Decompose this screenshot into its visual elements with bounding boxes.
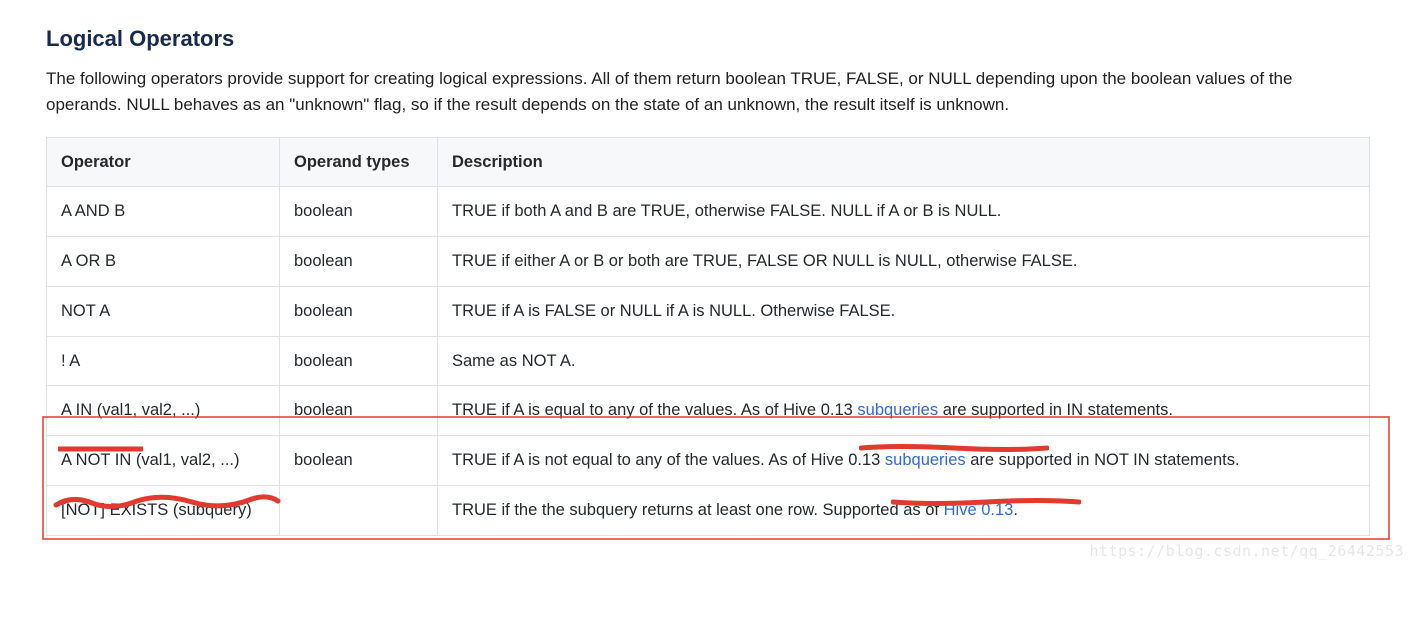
table-row: A NOT IN (val1, val2, ...) boolean TRUE … <box>47 436 1370 486</box>
cell-types: boolean <box>280 286 438 336</box>
table-row: [NOT] EXISTS (subquery) TRUE if the the … <box>47 485 1370 535</box>
link-subqueries[interactable]: subqueries <box>885 451 966 469</box>
desc-post: . <box>1013 501 1018 519</box>
cell-desc: TRUE if A is equal to any of the values.… <box>438 386 1370 436</box>
desc-pre: TRUE if A is not equal to any of the val… <box>452 451 885 469</box>
table-row: NOT A boolean TRUE if A is FALSE or NULL… <box>47 286 1370 336</box>
section-intro: The following operators provide support … <box>46 66 1370 119</box>
cell-types: boolean <box>280 336 438 386</box>
cell-types: boolean <box>280 436 438 486</box>
cell-operator: ! A <box>47 336 280 386</box>
th-description: Description <box>438 137 1370 187</box>
cell-desc: TRUE if the the subquery returns at leas… <box>438 485 1370 535</box>
cell-types <box>280 485 438 535</box>
table-row: A AND B boolean TRUE if both A and B are… <box>47 187 1370 237</box>
link-hive-version[interactable]: Hive 0.13 <box>944 501 1014 519</box>
cell-operator: A AND B <box>47 187 280 237</box>
cell-operator: A OR B <box>47 237 280 287</box>
cell-desc: Same as NOT A. <box>438 336 1370 386</box>
cell-types: boolean <box>280 237 438 287</box>
desc-post: are supported in IN statements. <box>938 401 1173 419</box>
th-operand-types: Operand types <box>280 137 438 187</box>
table-row: ! A boolean Same as NOT A. <box>47 336 1370 386</box>
desc-pre: TRUE if the the subquery returns at leas… <box>452 501 944 519</box>
cell-desc: TRUE if A is not equal to any of the val… <box>438 436 1370 486</box>
desc-pre: TRUE if A is equal to any of the values.… <box>452 401 857 419</box>
cell-desc: TRUE if either A or B or both are TRUE, … <box>438 237 1370 287</box>
table-header-row: Operator Operand types Description <box>47 137 1370 187</box>
cell-operator: A NOT IN (val1, val2, ...) <box>47 436 280 486</box>
link-subqueries[interactable]: subqueries <box>857 401 938 419</box>
th-operator: Operator <box>47 137 280 187</box>
cell-desc: TRUE if A is FALSE or NULL if A is NULL.… <box>438 286 1370 336</box>
cell-desc: TRUE if both A and B are TRUE, otherwise… <box>438 187 1370 237</box>
section-title: Logical Operators <box>46 26 1370 52</box>
watermark-text: https://blog.csdn.net/qq_26442553 <box>1089 542 1404 560</box>
cell-operator: NOT A <box>47 286 280 336</box>
cell-types: boolean <box>280 187 438 237</box>
desc-post: are supported in NOT IN statements. <box>966 451 1240 469</box>
table-row: A OR B boolean TRUE if either A or B or … <box>47 237 1370 287</box>
cell-operator: A IN (val1, val2, ...) <box>47 386 280 436</box>
table-row: A IN (val1, val2, ...) boolean TRUE if A… <box>47 386 1370 436</box>
cell-operator: [NOT] EXISTS (subquery) <box>47 485 280 535</box>
cell-types: boolean <box>280 386 438 436</box>
logical-operators-table: Operator Operand types Description A AND… <box>46 137 1370 536</box>
